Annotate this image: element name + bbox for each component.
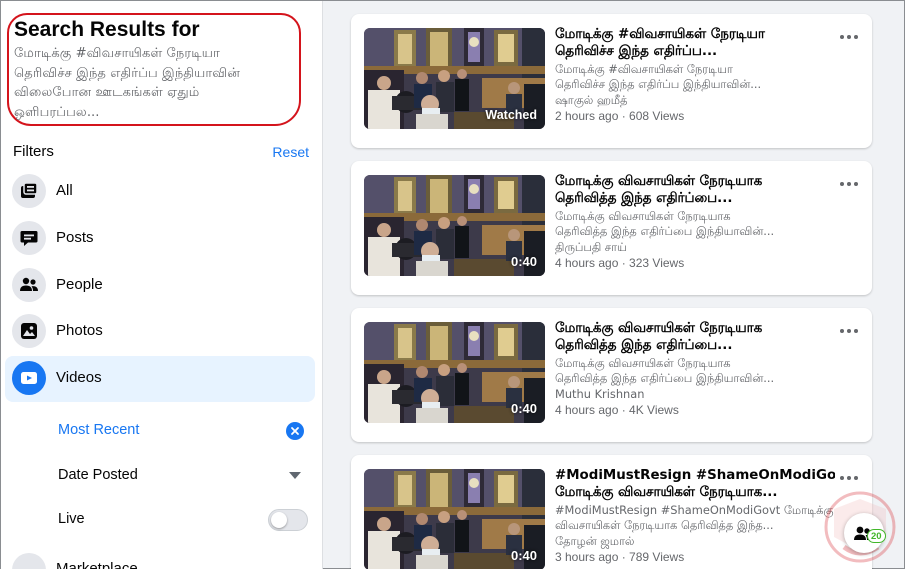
more-options-icon[interactable] [836, 469, 862, 487]
video-title[interactable]: மோடிக்கு விவசாயிகள் நேரடியாக தெரிவித்த இ… [555, 320, 835, 354]
video-duration: 0:40 [510, 254, 537, 269]
watched-badge: Watched [485, 108, 537, 122]
live-toggle[interactable] [268, 509, 308, 531]
filters-header: Filters Reset [13, 143, 309, 163]
video-title-line: தெரிவிச்ச இந்த எதிர்ப்ப... [555, 44, 718, 59]
search-query-line: ஒளிபரப்பல... [14, 104, 100, 120]
video-title[interactable]: #ModiMustResign #ShameOnModiGovt மோடிக்க… [555, 467, 835, 501]
chat-contacts-button[interactable]: 20 [844, 513, 886, 553]
people-icon [12, 268, 46, 302]
video-meta: 4 hours ago · 4K Views [555, 403, 679, 417]
filter-label: People [56, 276, 103, 293]
live-filter: Live [5, 502, 315, 538]
video-title-line: தெரிவித்த இந்த எதிர்ப்பை... [555, 338, 733, 353]
filter-label: Photos [56, 322, 103, 339]
video-author[interactable]: திருப்பதி சாய் [555, 240, 627, 256]
video-title-line: தெரிவித்த இந்த எதிர்ப்பை... [555, 191, 733, 206]
filter-people[interactable]: People [5, 263, 315, 309]
video-title[interactable]: மோடிக்கு விவசாயிகள் நேரடியாக தெரிவித்த இ… [555, 173, 835, 207]
search-query-text: மோடிக்கு #விவசாயிகள் நேரடியா தெரிவிச்ச இ… [14, 44, 293, 122]
video-duration: 0:40 [510, 548, 537, 563]
video-title-line: மோடிக்கு விவசாயிகள் நேரடியாக... [555, 485, 778, 500]
online-count-badge: 20 [867, 529, 886, 543]
video-description-line: மோடிக்கு விவசாயிகள் நேரடியாக [555, 209, 731, 223]
video-result-card[interactable]: 0:40 #ModiMustResign #ShameOnModiGovt மோ… [351, 455, 872, 569]
video-description-line: தெரிவித்த இந்த எதிர்ப்பை இந்தியாவின்... [555, 224, 775, 238]
video-title-line: மோடிக்கு விவசாயிகள் நேரடியாக [555, 174, 763, 189]
video-description: மோடிக்கு விவசாயிகள் நேரடியாக தெரிவித்த இ… [555, 209, 835, 239]
filter-label: All [56, 182, 73, 199]
filters-title: Filters [13, 143, 54, 160]
filter-marketplace[interactable]: Marketplace [5, 551, 305, 569]
video-icon [12, 361, 46, 395]
video-description: மோடிக்கு விவசாயிகள் நேரடியாக தெரிவித்த இ… [555, 356, 835, 386]
video-description: மோடிக்கு #விவசாயிகள் நேரடியா தெரிவிச்ச இ… [555, 62, 835, 92]
chat-bubble-icon [12, 221, 46, 255]
video-thumbnail[interactable]: 0:40 [364, 322, 545, 423]
video-description-line: விவசாயிகள் நேரடியாக தெரிவித்த இந்த... [555, 518, 774, 532]
video-author[interactable]: தோழன் ஜமால் [555, 534, 634, 550]
more-options-icon[interactable] [836, 322, 862, 340]
video-description-line: தெரிவித்த இந்த எதிர்ப்பை இந்தியாவின்... [555, 371, 775, 385]
video-title-line: மோடிக்கு விவசாயிகள் நேரடியாக [555, 321, 763, 336]
video-meta: 3 hours ago · 789 Views [555, 550, 685, 564]
filter-label: Marketplace [56, 560, 138, 569]
more-options-icon[interactable] [836, 175, 862, 193]
search-query-line: மோடிக்கு #விவசாயிகள் நேரடியா [14, 46, 220, 61]
filter-all[interactable]: All [5, 169, 315, 215]
filter-photos[interactable]: Photos [5, 309, 315, 355]
video-author[interactable]: ஷாகுல் ஹமீத் [555, 93, 627, 109]
search-filters-sidebar: Search Results for மோடிக்கு #விவசாயிகள் … [1, 1, 323, 569]
video-title-line: #ModiMustResign #ShameOnModiGovt [555, 468, 835, 483]
video-result-card[interactable]: Watched மோடிக்கு #விவசாயிகள் நேரடியா தெர… [351, 14, 872, 148]
filter-videos[interactable]: Videos [5, 356, 315, 402]
filter-label: Posts [56, 229, 94, 246]
live-label: Live [58, 511, 85, 527]
more-options-icon[interactable] [836, 28, 862, 46]
video-description-line: மோடிக்கு #விவசாயிகள் நேரடியா [555, 62, 733, 76]
search-results-title: Search Results for [14, 18, 200, 41]
video-results-list: Watched மோடிக்கு #விவசாயிகள் நேரடியா தெர… [323, 1, 905, 569]
video-description-line: #ModiMustResign #ShameOnModiGovt மோடிக்க… [555, 503, 834, 517]
marketplace-icon [12, 553, 46, 569]
search-query-line: தெரிவிச்ச இந்த எதிர்ப்ப இந்தியாவின் [14, 65, 241, 81]
video-result-card[interactable]: 0:40 மோடிக்கு விவசாயிகள் நேரடியாக தெரிவி… [351, 308, 872, 442]
video-title[interactable]: மோடிக்கு #விவசாயிகள் நேரடியா தெரிவிச்ச இ… [555, 26, 835, 60]
most-recent-label: Most Recent [58, 422, 140, 438]
video-thumbnail[interactable]: 0:40 [364, 469, 545, 569]
photo-icon [12, 314, 46, 348]
most-recent-filter[interactable]: Most Recent [5, 413, 315, 449]
chevron-down-icon [289, 472, 301, 479]
video-meta: 2 hours ago · 608 Views [555, 109, 685, 123]
video-meta: 4 hours ago · 323 Views [555, 256, 685, 270]
search-query-line: விலைபோன ஊடகங்கள் ஏதும் [14, 85, 200, 100]
video-duration: 0:40 [510, 401, 537, 416]
date-posted-dropdown[interactable]: Date Posted [5, 458, 315, 494]
feed-icon [12, 174, 46, 208]
video-description: #ModiMustResign #ShameOnModiGovt மோடிக்க… [555, 503, 835, 533]
filter-label: Videos [56, 369, 102, 386]
video-description-line: மோடிக்கு விவசாயிகள் நேரடியாக [555, 356, 731, 370]
video-author[interactable]: Muthu Krishnan [555, 387, 644, 401]
filter-posts[interactable]: Posts [5, 216, 315, 262]
video-description-line: தெரிவிச்ச இந்த எதிர்ப்ப இந்தியாவின்... [555, 77, 762, 91]
reset-filters-link[interactable]: Reset [272, 144, 309, 160]
date-posted-label: Date Posted [58, 467, 138, 483]
video-title-line: மோடிக்கு #விவசாயிகள் நேரடியா [555, 27, 765, 42]
search-results-header: Search Results for மோடிக்கு #விவசாயிகள் … [7, 13, 301, 126]
video-thumbnail[interactable]: Watched [364, 28, 545, 129]
clear-filter-icon[interactable] [286, 422, 304, 440]
video-result-card[interactable]: 0:40 மோடிக்கு விவசாயிகள் நேரடியாக தெரிவி… [351, 161, 872, 295]
video-thumbnail[interactable]: 0:40 [364, 175, 545, 276]
toggle-knob [271, 512, 287, 528]
